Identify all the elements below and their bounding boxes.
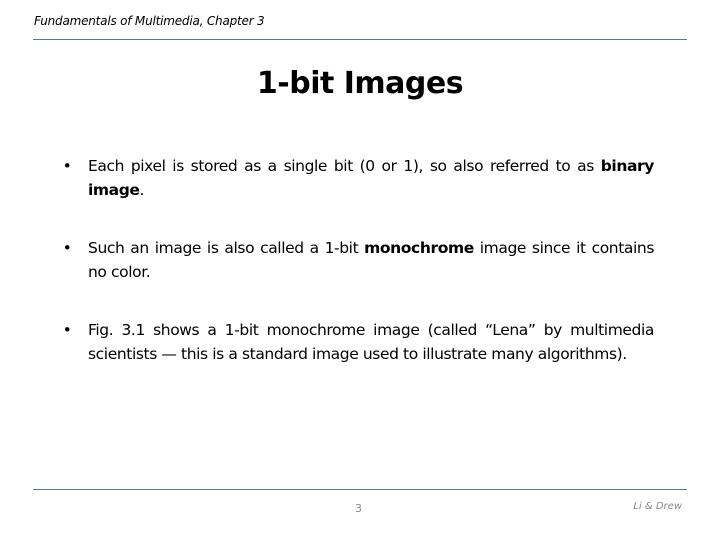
footer-authors: Li & Drew <box>633 501 682 512</box>
bullet-text: Such an image is also called a 1-bit <box>88 239 365 257</box>
header-divider <box>33 39 687 40</box>
bullet-icon: • <box>62 157 72 175</box>
bullet-item: • Each pixel is stored as a single bit (… <box>60 154 655 202</box>
bullet-text: . <box>139 181 145 199</box>
footer-divider <box>33 489 687 490</box>
page-number: 3 <box>355 502 362 515</box>
bullet-icon: • <box>62 239 72 257</box>
bullet-item: • Such an image is also called a 1-bit m… <box>60 236 655 284</box>
bullet-text-bold: monochrome <box>364 239 474 257</box>
bullet-text: Fig. 3.1 shows a 1-bit monochrome image … <box>88 321 654 363</box>
slide-title: 1-bit Images <box>256 66 464 101</box>
header-chapter-title: Fundamentals of Multimedia, Chapter 3 <box>34 14 265 28</box>
bullet-icon: • <box>62 321 72 339</box>
bullet-list: • Each pixel is stored as a single bit (… <box>60 154 655 366</box>
bullet-text: Each pixel is stored as a single bit (0 … <box>88 157 601 175</box>
bullet-item: • Fig. 3.1 shows a 1-bit monochrome imag… <box>60 318 655 366</box>
